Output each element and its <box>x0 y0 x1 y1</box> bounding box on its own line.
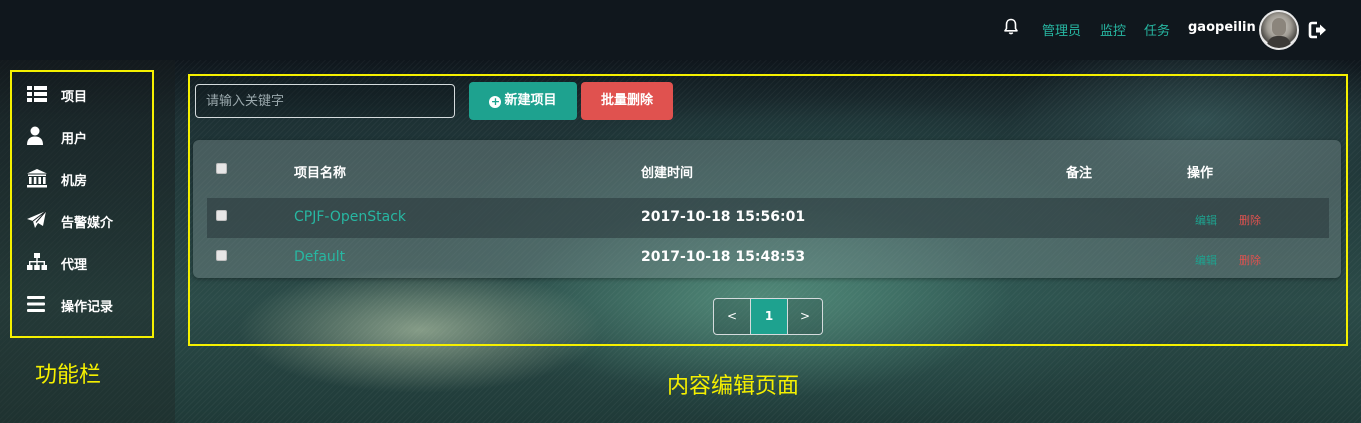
sidebar-item-projects[interactable]: 项目 <box>12 76 152 112</box>
nav-tasks[interactable]: 任务 <box>1144 20 1170 39</box>
sidebar-item-label: 用户 <box>61 132 88 147</box>
new-project-label: 新建项目 <box>504 93 557 108</box>
edit-link[interactable]: 编辑 <box>1195 212 1217 228</box>
delete-link[interactable]: 删除 <box>1239 212 1261 228</box>
delete-link[interactable]: 删除 <box>1239 252 1261 268</box>
prev-page-button[interactable]: < <box>714 299 751 334</box>
avatar[interactable] <box>1259 10 1299 50</box>
project-name-link[interactable]: CPJF-OpenStack <box>294 209 406 225</box>
page-1-button[interactable]: 1 <box>751 299 787 334</box>
sidebar-item-alert-media[interactable]: 告警媒介 <box>12 202 152 238</box>
column-header-note: 备注 <box>1066 166 1093 181</box>
bell-icon[interactable] <box>1003 18 1019 36</box>
username[interactable]: gaopeilin <box>1188 20 1256 35</box>
next-page-button[interactable]: > <box>787 299 822 334</box>
sidebar-item-datacenter[interactable]: 机房 <box>12 160 152 196</box>
list-icon <box>27 86 47 102</box>
sidebar-item-proxy[interactable]: 代理 <box>12 244 152 280</box>
user-icon <box>27 126 43 145</box>
sidebar-item-label: 项目 <box>61 90 88 105</box>
sidebar-item-label: 操作记录 <box>61 300 114 315</box>
batch-delete-button[interactable]: 批量删除 <box>581 82 673 120</box>
bars-icon <box>27 296 45 312</box>
new-project-button[interactable]: + 新建项目 <box>469 82 577 120</box>
sidebar-item-label: 代理 <box>61 258 88 273</box>
created-time: 2017-10-18 15:56:01 <box>641 209 806 225</box>
row-checkbox[interactable] <box>216 210 227 221</box>
sidebar-item-users[interactable]: 用户 <box>12 118 152 154</box>
sidebar-item-label: 告警媒介 <box>61 216 114 231</box>
row-checkbox[interactable] <box>216 250 227 261</box>
search-input[interactable] <box>195 84 455 118</box>
edit-link[interactable]: 编辑 <box>1195 252 1217 268</box>
sidebar-item-label: 机房 <box>61 174 88 189</box>
column-header-name: 项目名称 <box>294 166 347 181</box>
plus-circle-icon: + <box>489 95 502 108</box>
bank-icon <box>27 169 47 188</box>
nav-monitor[interactable]: 监控 <box>1100 20 1126 39</box>
sidebar-caption: 功能栏 <box>35 363 102 388</box>
content-caption: 内容编辑页面 <box>667 374 800 399</box>
pagination: < 1 > <box>713 298 823 335</box>
sidebar-item-operation-log[interactable]: 操作记录 <box>12 286 152 322</box>
project-name-link[interactable]: Default <box>294 249 345 265</box>
column-header-actions: 操作 <box>1187 166 1214 181</box>
select-all-checkbox[interactable] <box>216 163 227 174</box>
logout-icon[interactable] <box>1308 20 1328 40</box>
top-bar: 管理员 监控 任务 gaopeilin <box>0 0 1361 60</box>
paper-plane-icon <box>27 210 47 228</box>
nav-admin[interactable]: 管理员 <box>1042 20 1081 39</box>
sitemap-icon <box>27 253 47 270</box>
column-header-created: 创建时间 <box>641 166 694 181</box>
created-time: 2017-10-18 15:48:53 <box>641 249 806 265</box>
